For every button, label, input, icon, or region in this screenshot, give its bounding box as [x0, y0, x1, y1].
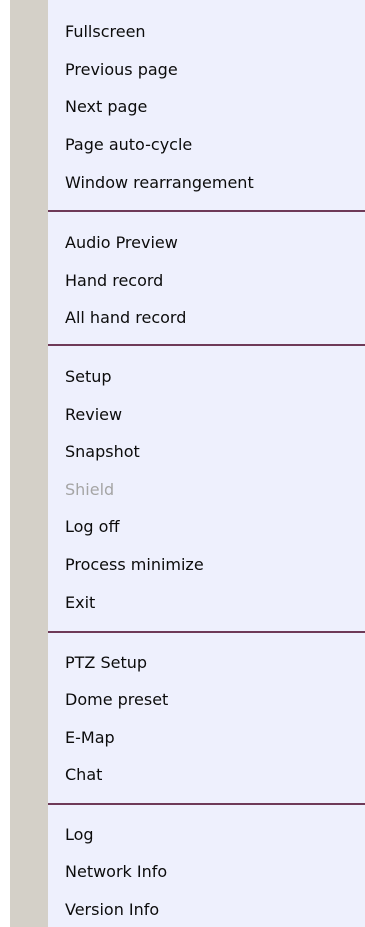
menu-item-setup[interactable]: Setup: [48, 362, 365, 392]
menu-item-fullscreen[interactable]: Fullscreen: [48, 17, 365, 47]
menu-item-dome-preset[interactable]: Dome preset: [48, 685, 365, 715]
menu-item-version-info[interactable]: Version Info: [48, 895, 365, 925]
menu-item-e-map[interactable]: E-Map: [48, 723, 365, 753]
menu-item-audio-preview[interactable]: Audio Preview: [48, 228, 365, 258]
menu-item-log[interactable]: Log: [48, 820, 365, 850]
menu-item-all-hand-record[interactable]: All hand record: [48, 303, 365, 333]
menu-separator: [48, 210, 365, 212]
menu-icon-gutter: [10, 0, 48, 927]
menu-separator: [48, 631, 365, 633]
menu-item-window-rearrangement[interactable]: Window rearrangement: [48, 168, 365, 198]
menu-item-previous-page[interactable]: Previous page: [48, 55, 365, 85]
menu-item-shield: Shield: [65, 480, 115, 499]
menu-item-page-auto-cycle[interactable]: Page auto-cycle: [48, 130, 365, 160]
menu-item-log-off[interactable]: Log off: [48, 512, 365, 542]
menu-item-ptz-setup[interactable]: PTZ Setup: [48, 648, 365, 678]
menu-item-process-minimize[interactable]: Process minimize: [48, 550, 365, 580]
menu-item-chat[interactable]: Chat: [48, 760, 365, 790]
menu-item-next-page[interactable]: Next page: [48, 92, 365, 122]
menu-item-exit[interactable]: Exit: [48, 588, 365, 618]
menu-item-snapshot[interactable]: Snapshot: [48, 437, 365, 467]
context-menu: Fullscreen Previous page Next page Page …: [10, 0, 365, 927]
menu-item-hand-record[interactable]: Hand record: [48, 266, 365, 296]
menu-separator: [48, 344, 365, 346]
menu-separator: [48, 803, 365, 805]
menu-item-review[interactable]: Review: [48, 400, 365, 430]
menu-item-network-info[interactable]: Network Info: [48, 857, 365, 887]
